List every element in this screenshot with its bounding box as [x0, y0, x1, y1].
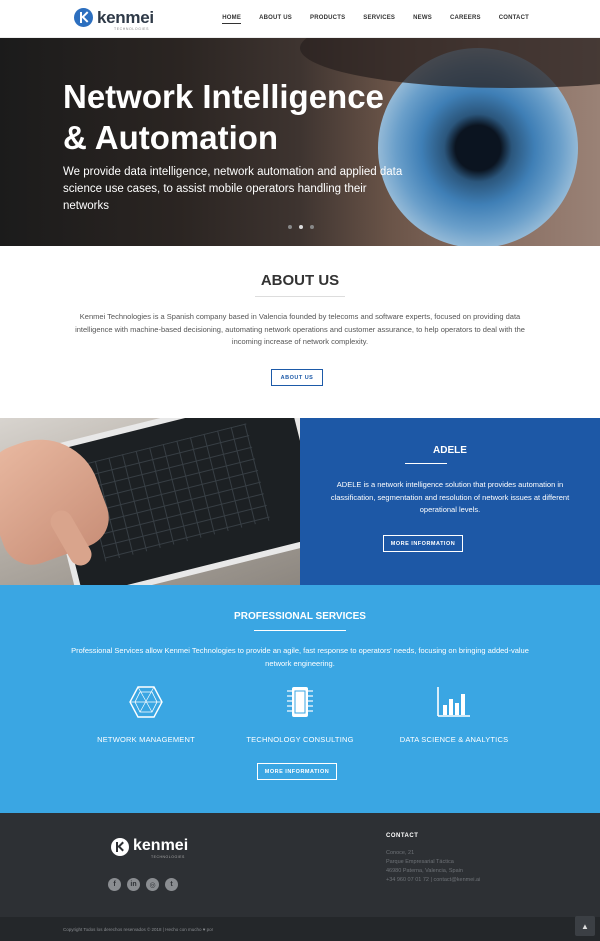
nav-products[interactable]: PRODUCTS: [310, 15, 345, 24]
footer-logo-text: kenmei: [133, 837, 189, 854]
nav-services[interactable]: SERVICES: [363, 15, 395, 24]
linkedin-icon[interactable]: in: [127, 878, 140, 891]
twitter-icon[interactable]: t: [165, 878, 178, 891]
hero-title-line-1: Network Intelligence: [63, 78, 384, 115]
about-divider: [255, 296, 345, 297]
social-links: f in ◎ t: [108, 878, 178, 891]
back-to-top-button[interactable]: ▲: [575, 916, 595, 936]
contact-line: 46980 Paterna, Valencia, Spain: [386, 868, 463, 874]
about-us-button[interactable]: ABOUT US: [271, 369, 323, 386]
logo-tagline: TECHNOLOGIES: [114, 27, 150, 31]
slider-dot-2[interactable]: [299, 225, 303, 229]
brand-logo[interactable]: kenmei TECHNOLOGIES: [74, 8, 164, 32]
services-title: PROFESSIONAL SERVICES: [234, 611, 366, 622]
service-label: TECHNOLOGY CONSULTING: [246, 735, 354, 744]
nav-contact[interactable]: CONTACT: [499, 15, 529, 24]
services-section: PROFESSIONAL SERVICES Professional Servi…: [0, 585, 600, 813]
adele-divider: [405, 463, 447, 464]
nav-about-us[interactable]: ABOUT US: [259, 15, 292, 24]
top-navbar: kenmei TECHNOLOGIES HOME ABOUT US PRODUC…: [0, 0, 600, 38]
service-technology-consulting[interactable]: TECHNOLOGY CONSULTING: [220, 685, 380, 744]
about-text: Kenmei Technologies is a Spanish company…: [75, 312, 525, 346]
contact-line: Parque Empresarial Táctica: [386, 859, 454, 865]
copyright-text: Copyright Todos los derechos reservados …: [63, 927, 214, 932]
adele-more-info-button[interactable]: MORE INFORMATION: [383, 535, 463, 552]
slider-dot-3[interactable]: [310, 225, 314, 229]
contact-line: Conoce, 21: [386, 850, 415, 856]
bar-chart-icon: [437, 687, 470, 717]
adele-title: ADELE: [433, 445, 467, 456]
logo-text: kenmei: [97, 8, 154, 27]
hero-subtitle: We provide data intelligence, network au…: [63, 166, 403, 212]
logo-mark-icon: [74, 8, 93, 27]
footer-logo-mark-icon: [111, 838, 129, 856]
tablet-dashboard-graphic: [81, 423, 271, 562]
instagram-icon[interactable]: ◎: [146, 878, 159, 891]
hero-slider: Network Intelligence & Automation We pro…: [0, 38, 600, 246]
service-label: DATA SCIENCE & ANALYTICS: [399, 735, 509, 744]
slider-dots: [288, 225, 314, 229]
network-icon: [129, 686, 163, 718]
services-divider: [254, 630, 346, 631]
about-title: ABOUT US: [260, 272, 340, 289]
contact-line[interactable]: +34 960 07 01 72 | contact@kenmei.ai: [386, 877, 480, 883]
nav-home[interactable]: HOME: [222, 15, 242, 24]
service-label: NETWORK MANAGEMENT: [97, 735, 195, 744]
adele-text: ADELE is a network intelligence solution…: [330, 480, 570, 514]
copyright-bar: Copyright Todos los derechos reservados …: [0, 917, 600, 941]
service-data-science[interactable]: DATA SCIENCE & ANALYTICS: [374, 685, 534, 744]
chevron-up-icon: ▲: [581, 921, 589, 931]
nav-careers[interactable]: CAREERS: [450, 15, 481, 24]
main-menu: HOME ABOUT US PRODUCTS SERVICES NEWS CAR…: [222, 15, 529, 24]
service-network-management[interactable]: NETWORK MANAGEMENT: [66, 685, 226, 744]
hero-title: Network Intelligence & Automation: [63, 76, 443, 158]
hero-title-line-2: & Automation: [63, 119, 279, 156]
facebook-icon[interactable]: f: [108, 878, 121, 891]
tablet-photo: [0, 418, 300, 585]
services-more-info-button[interactable]: MORE INFORMATION: [257, 763, 337, 780]
footer: kenmei TECHNOLOGIES f in ◎ t CONTACT Con…: [0, 813, 600, 917]
chip-icon: [287, 687, 313, 717]
footer-logo-tagline: TECHNOLOGIES: [151, 855, 185, 859]
nav-news[interactable]: NEWS: [413, 15, 432, 24]
services-text: Professional Services allow Kenmei Techn…: [71, 646, 529, 668]
contact-heading: CONTACT: [386, 833, 419, 839]
adele-panel: ADELE ADELE is a network intelligence so…: [300, 418, 600, 585]
slider-dot-1[interactable]: [288, 225, 292, 229]
